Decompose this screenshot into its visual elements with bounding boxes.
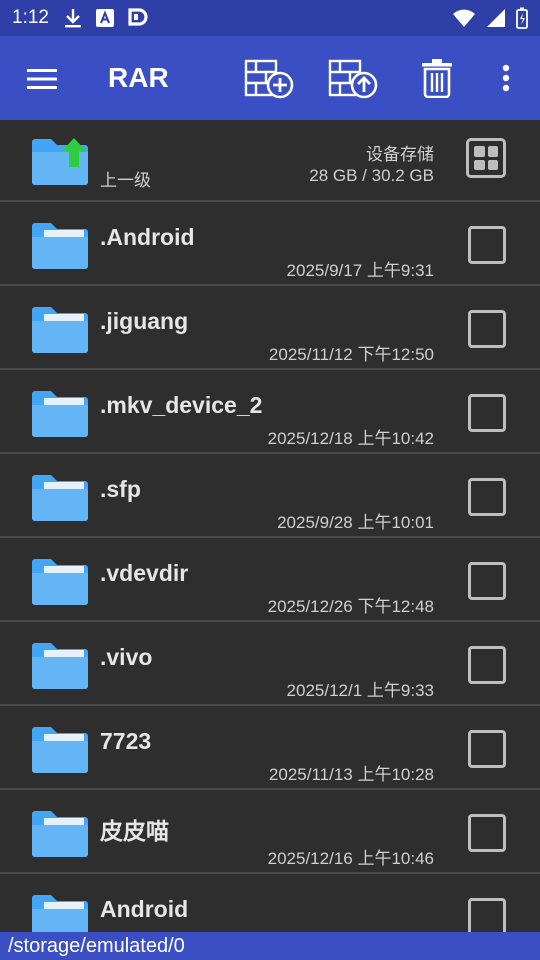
- file-date: 2025/9/17 上午9:31: [286, 261, 434, 280]
- add-to-archive-button[interactable]: [244, 54, 294, 102]
- folder-icon: [32, 895, 88, 932]
- file-row[interactable]: Android2025/11/23 下午12:50: [0, 876, 540, 932]
- file-checkbox[interactable]: [468, 898, 506, 932]
- file-row[interactable]: .vdevdir 2025/12/26 下午12:48: [0, 540, 540, 622]
- folder-icon: [32, 307, 88, 353]
- file-checkbox[interactable]: [468, 310, 506, 348]
- parent-directory-row[interactable]: 上一级 设备存储 28 GB / 30.2 GB: [0, 120, 540, 202]
- storage-label: 设备存储: [366, 145, 434, 164]
- file-name: 皮皮喵: [100, 818, 169, 844]
- hamburger-menu-icon: [27, 69, 57, 89]
- folder-icon: [32, 559, 88, 605]
- folder-icon: [32, 391, 88, 437]
- file-row[interactable]: 7723 2025/11/13 上午10:28: [0, 708, 540, 790]
- delete-icon: [422, 59, 452, 98]
- file-date: 2025/12/26 下午12:48: [267, 597, 434, 616]
- file-name: .sfp: [100, 476, 141, 502]
- file-date: 2025/9/28 上午10:01: [277, 513, 434, 532]
- app-bar: RAR: [0, 36, 540, 120]
- file-row[interactable]: .Android 2025/9/17 上午9:31: [0, 204, 540, 286]
- file-checkbox[interactable]: [468, 478, 506, 516]
- signal-icon: [487, 9, 505, 27]
- file-name: .jiguang: [100, 308, 189, 334]
- app-title: RAR: [108, 62, 169, 93]
- status-bar: 1:12: [0, 0, 540, 36]
- delete-button[interactable]: [412, 54, 462, 102]
- battery-icon: [516, 7, 528, 29]
- file-checkbox[interactable]: [468, 814, 506, 852]
- file-checkbox[interactable]: [468, 646, 506, 684]
- file-row[interactable]: .vivo 2025/12/1 上午9:33: [0, 624, 540, 706]
- more-options-button[interactable]: [482, 54, 530, 102]
- grid-cell: [487, 159, 498, 170]
- file-date: 2025/12/16 上午10:46: [267, 849, 434, 868]
- current-path: /storage/emulated/0: [0, 932, 540, 960]
- add-to-archive-icon: [244, 59, 294, 99]
- status-time: 1:12: [12, 7, 49, 28]
- keyboard-a-icon: [95, 9, 114, 27]
- file-checkbox[interactable]: [468, 562, 506, 600]
- grid-cell: [487, 146, 498, 157]
- select-all-button[interactable]: [466, 138, 506, 178]
- file-checkbox[interactable]: [468, 394, 506, 432]
- folder-icon: [32, 475, 88, 521]
- file-date: 2025/12/1 上午9:33: [286, 681, 434, 700]
- file-row[interactable]: .sfp 2025/9/28 上午10:01: [0, 456, 540, 538]
- extract-button[interactable]: [328, 54, 378, 102]
- file-checkbox[interactable]: [468, 730, 506, 768]
- file-row[interactable]: 皮皮喵 2025/12/16 上午10:46: [0, 792, 540, 874]
- file-date: 2025/12/18 上午10:42: [267, 429, 434, 448]
- folder-icon: [32, 727, 88, 773]
- grid-cell: [474, 159, 485, 170]
- folder-icon: [32, 223, 88, 269]
- file-row[interactable]: .jiguang 2025/11/12 下午12:50: [0, 288, 540, 370]
- app-d-icon: [128, 8, 148, 26]
- download-icon: [64, 9, 81, 28]
- file-list[interactable]: 上一级 设备存储 28 GB / 30.2 GB .Android 2025/9/…: [0, 120, 540, 932]
- file-checkbox[interactable]: [468, 226, 506, 264]
- folder-icon: [32, 811, 88, 857]
- menu-button[interactable]: [22, 64, 62, 94]
- more-vert-icon: [502, 64, 510, 92]
- folder-icon: [32, 643, 88, 689]
- file-date: 2025/11/12 下午12:50: [268, 345, 434, 364]
- grid-cell: [474, 146, 485, 157]
- file-date: 2025/11/13 上午10:28: [268, 765, 434, 784]
- folder-up-icon: [32, 138, 88, 185]
- parent-directory-label: 上一级: [100, 171, 151, 190]
- file-name: Android: [100, 896, 189, 922]
- extract-icon: [328, 59, 378, 99]
- file-name: 7723: [100, 728, 152, 754]
- file-name: .Android: [100, 224, 195, 250]
- file-row[interactable]: .mkv_device_2 2025/12/18 上午10:42: [0, 372, 540, 454]
- file-name: .vivo: [100, 644, 153, 670]
- file-name: .mkv_device_2: [100, 392, 263, 418]
- file-name: .vdevdir: [100, 560, 189, 586]
- wifi-icon: [453, 9, 475, 27]
- storage-size: 28 GB / 30.2 GB: [309, 166, 434, 185]
